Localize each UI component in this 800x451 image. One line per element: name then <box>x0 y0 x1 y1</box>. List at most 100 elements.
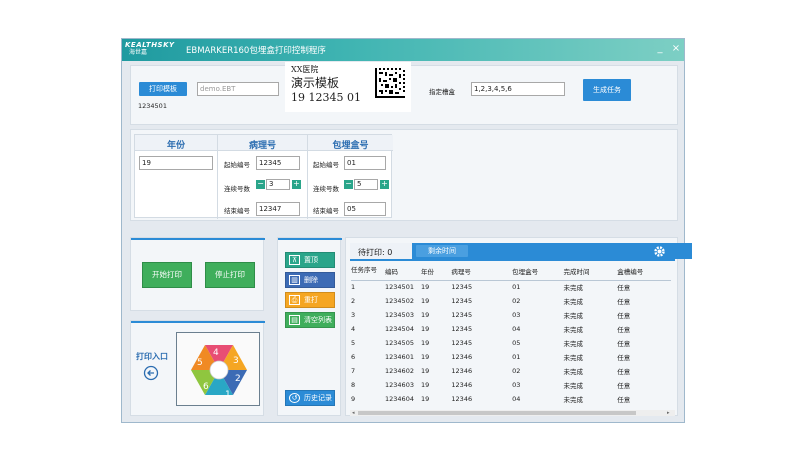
cassette-decrement-button[interactable]: − <box>344 180 353 189</box>
col-slot: 盒槽编号 <box>617 262 671 281</box>
remaining-time-button[interactable]: 剩余时间 <box>416 245 468 257</box>
table-cell: 19 <box>421 381 430 389</box>
table-cell: 1234603 <box>385 381 414 389</box>
cassette-count-field[interactable]: 5 <box>354 179 378 190</box>
close-button[interactable]: × <box>670 43 682 54</box>
table-cell: 19 <box>421 311 430 319</box>
table-row[interactable]: 5 1234505 19 12345 05 未完成 任意 <box>351 336 671 350</box>
pathology-decrement-button[interactable]: − <box>256 180 265 189</box>
entry-selector: 1 2 3 4 5 6 <box>176 332 260 406</box>
table-cell: 03 <box>512 381 521 389</box>
slot-label-6: 6 <box>203 382 209 392</box>
brand-logo: KEALTHSKY 海世嘉 <box>125 41 177 59</box>
table-cell: 6 <box>351 353 356 361</box>
col-year: 年份 <box>421 262 452 281</box>
table-cell: 1234501 <box>385 283 414 292</box>
table-cell: 任意 <box>617 326 631 334</box>
table-cell: 3 <box>351 311 356 319</box>
pathology-count-label: 连续号数 <box>224 185 250 193</box>
preview-code: 19 12345 01 <box>291 91 361 104</box>
table-cell: 19 <box>421 395 430 403</box>
table-cell: 5 <box>351 339 356 347</box>
table-cell: 任意 <box>617 284 631 293</box>
year-field[interactable]: 19 <box>139 156 213 170</box>
table-cell: 12346 <box>451 353 473 361</box>
table-cell: 未完成 <box>563 396 584 404</box>
table-row[interactable]: 4 1234504 19 12345 04 未完成 任意 <box>351 322 671 336</box>
table-cell: 02 <box>512 297 521 305</box>
slot-label-3: 3 <box>233 356 239 366</box>
col-finish-time: 完成时间 <box>563 262 618 281</box>
col-cassette: 包埋盒号 <box>512 262 564 281</box>
cassette-start-field[interactable]: 01 <box>344 156 386 170</box>
horizontal-scrollbar[interactable]: ◂ ▸ <box>350 410 675 416</box>
table-cell: 4 <box>351 325 356 333</box>
table-cell: 19 <box>421 367 430 375</box>
table-row[interactable]: 7 1234602 19 12346 02 未完成 任意 <box>351 364 671 378</box>
table-cell: 未完成 <box>563 284 584 293</box>
history-button[interactable]: ↺ 历史记录 <box>285 390 335 406</box>
table-row[interactable]: 8 1234603 19 12346 03 未完成 任意 <box>351 378 671 392</box>
entry-panel: 打印入口 1 2 3 4 5 6 <box>130 320 265 416</box>
table-cell: 任意 <box>617 298 631 306</box>
pathology-header: 病理号 <box>248 141 276 151</box>
table-cell: 04 <box>512 325 521 333</box>
template-file-field[interactable]: demo.EBT <box>197 82 279 96</box>
table-cell: 19 <box>421 283 430 292</box>
pathology-start-field[interactable]: 12345 <box>256 156 300 170</box>
delete-button[interactable]: ▥ 删除 <box>285 272 335 288</box>
scrollbar-thumb[interactable] <box>358 411 636 415</box>
table-cell: 9 <box>351 395 356 403</box>
start-print-button[interactable]: 开始打印 <box>142 262 192 288</box>
table-cell: 1234604 <box>385 395 414 403</box>
table-cell: 03 <box>512 311 521 319</box>
table-cell: 未完成 <box>563 312 584 320</box>
table-cell: 1234505 <box>385 339 414 347</box>
table-row[interactable]: 3 1234503 19 12345 03 未完成 任意 <box>351 308 671 322</box>
printer-icon: ⎙ <box>289 295 300 305</box>
settings-gear-icon[interactable] <box>653 245 666 258</box>
reprint-button[interactable]: ⎙ 重打 <box>285 292 335 308</box>
table-cell: 任意 <box>617 382 631 390</box>
template-panel: 打印模板 demo.EBT 1234501 XX医院 演示模板 19 12345… <box>130 62 678 125</box>
cassette-end-field[interactable]: 05 <box>344 202 386 216</box>
pathology-increment-button[interactable]: + <box>292 180 301 189</box>
pin-top-button[interactable]: ⊼ 置顶 <box>285 252 335 268</box>
minimize-button[interactable]: _ <box>654 43 666 54</box>
table-cell: 12345 <box>451 325 473 333</box>
table-cell: 任意 <box>617 340 631 348</box>
pin-top-icon: ⊼ <box>289 255 300 265</box>
table-row[interactable]: 9 1234604 19 12346 04 未完成 任意 <box>351 392 671 406</box>
pathology-end-field[interactable]: 12347 <box>256 202 300 216</box>
table-cell: 7 <box>351 367 356 375</box>
clear-list-button[interactable]: ▤ 清空列表 <box>285 312 335 328</box>
clear-list-icon: ▤ <box>289 315 300 325</box>
reprint-label: 重打 <box>304 296 318 304</box>
table-cell: 12345 <box>451 339 473 347</box>
table-row[interactable]: 6 1234601 19 12346 01 未完成 任意 <box>351 350 671 364</box>
table-cell: 19 <box>421 353 430 361</box>
exit-arrow-icon <box>143 365 159 381</box>
table-cell: 未完成 <box>563 298 584 306</box>
table-cell: 05 <box>512 339 521 347</box>
table-cell: 未完成 <box>563 368 584 376</box>
table-cell: 任意 <box>617 312 631 320</box>
table-cell: 19 <box>421 297 430 305</box>
cassette-end-label: 结束编号 <box>313 207 339 215</box>
print-template-button[interactable]: 打印模板 <box>139 82 187 96</box>
pathology-count-field[interactable]: 3 <box>266 179 290 190</box>
slot-field[interactable]: 1,2,3,4,5,6 <box>471 82 565 96</box>
table-row[interactable]: 1 1234501 19 12345 01 未完成 任意 <box>351 280 671 294</box>
table-cell: 04 <box>512 395 521 403</box>
table-cell: 01 <box>512 283 521 292</box>
slot-label-5: 5 <box>197 358 203 368</box>
table-cell: 19 <box>421 325 430 333</box>
generate-task-button[interactable]: 生成任务 <box>583 79 631 101</box>
preview-title: 演示模板 <box>291 76 340 90</box>
table-row[interactable]: 2 1234502 19 12345 02 未完成 任意 <box>351 294 671 308</box>
stop-print-button[interactable]: 停止打印 <box>205 262 255 288</box>
col-task-no: 任务序号 <box>351 262 380 281</box>
history-icon: ↺ <box>289 393 300 403</box>
cassette-increment-button[interactable]: + <box>380 180 389 189</box>
year-header: 年份 <box>166 141 185 151</box>
